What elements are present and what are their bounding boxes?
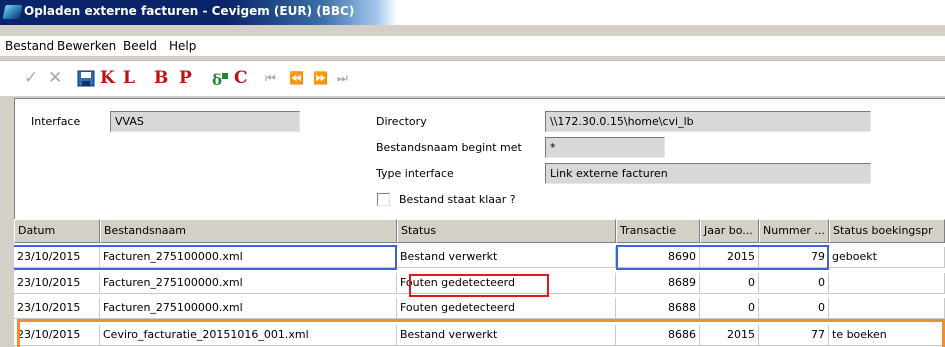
toolbar-letter-k[interactable]: K [100, 67, 115, 89]
cell-bestandsnaam[interactable]: Facturen_275100000.xml [100, 247, 397, 268]
cell-transactie[interactable]: 8690 [616, 247, 700, 268]
cell-transactie[interactable]: 8689 [616, 273, 700, 294]
toolbar: ✓ ✕ K L B P δ C ⏮ ⏪ ⏩ ⏭ [0, 60, 945, 96]
directory-field[interactable]: \\172.30.0.15\home\cvi_lb [545, 111, 871, 132]
interface-field[interactable]: VVAS [110, 111, 300, 132]
last-record-icon[interactable]: ⏭ [337, 67, 348, 89]
menu-bewerken[interactable]: Bewerken [57, 39, 116, 53]
save-icon[interactable] [77, 70, 95, 87]
cancel-icon[interactable]: ✕ [48, 67, 62, 89]
column-header-status-boeking[interactable]: Status boekingspr [829, 219, 945, 243]
column-header-status[interactable]: Status [397, 219, 616, 243]
application-window: Opladen externe facturen - Cevigem (EUR)… [0, 0, 945, 347]
menu-beeld[interactable]: Beeld [123, 39, 157, 53]
cell-status[interactable]: Bestand verwerkt [397, 325, 616, 346]
cell-nummer[interactable]: 77 [759, 325, 829, 346]
cell-status-boeking[interactable] [829, 273, 945, 294]
interface-label: Interface [31, 115, 81, 128]
cell-status[interactable]: Bestand verwerkt [397, 247, 616, 268]
toolbar-letter-p[interactable]: P [179, 67, 192, 89]
toolbar-separator [14, 67, 15, 91]
app-icon [2, 5, 23, 19]
window-title: Opladen externe facturen - Cevigem (EUR)… [24, 4, 355, 18]
previous-record-icon[interactable]: ⏪ [289, 67, 304, 89]
toolbar-separator [202, 67, 203, 91]
menu-bestand[interactable]: Bestand [5, 39, 54, 53]
column-header-datum[interactable]: Datum [14, 219, 100, 243]
toolbar-letter-b[interactable]: B [154, 67, 168, 89]
confirm-icon[interactable]: ✓ [24, 67, 38, 89]
cell-status-boeking[interactable] [829, 298, 945, 319]
bestandsnaam-label: Bestandsnaam begint met [376, 141, 522, 154]
cell-status[interactable]: Fouten gedetecteerd [397, 273, 616, 294]
bestand-klaar-checkbox[interactable] [377, 193, 390, 206]
cell-jaar[interactable]: 0 [700, 298, 759, 319]
cell-jaar[interactable]: 0 [700, 273, 759, 294]
svg-text:δ: δ [212, 71, 222, 88]
cell-status[interactable]: Fouten gedetecteerd [397, 298, 616, 319]
bestand-klaar-label: Bestand staat klaar ? [399, 193, 516, 206]
cell-bestandsnaam[interactable]: Facturen_275100000.xml [100, 273, 397, 294]
cell-datum[interactable]: 23/10/2015 [14, 247, 100, 268]
cell-datum[interactable]: 23/10/2015 [14, 273, 100, 294]
type-interface-field[interactable]: Link externe facturen [545, 163, 871, 184]
cell-status-boeking[interactable]: geboekt [829, 247, 945, 268]
cell-datum[interactable]: 23/10/2015 [14, 325, 100, 346]
toolbar-letter-c[interactable]: C [234, 67, 248, 89]
cell-status-boeking[interactable]: te boeken [829, 325, 945, 346]
cell-nummer[interactable]: 0 [759, 298, 829, 319]
toolbar-letter-l[interactable]: L [123, 67, 135, 89]
menu-bar: Bestand Bewerken Beeld Help [0, 36, 945, 56]
cell-datum[interactable]: 23/10/2015 [14, 298, 100, 319]
files-grid: Datum Bestandsnaam Status Transactie Jaa… [14, 219, 945, 347]
calculator-icon[interactable]: δ [211, 70, 229, 88]
toolbar-separator [70, 67, 71, 91]
column-header-bestandsnaam[interactable]: Bestandsnaam [100, 219, 397, 243]
first-record-icon[interactable]: ⏮ [265, 67, 276, 89]
column-header-transactie[interactable]: Transactie [616, 219, 700, 243]
title-bar: Opladen externe facturen - Cevigem (EUR)… [0, 0, 945, 25]
toolbar-separator [256, 67, 257, 91]
column-header-jaar[interactable]: Jaar bo... [700, 219, 759, 243]
cell-bestandsnaam[interactable]: Ceviro_facturatie_20151016_001.xml [100, 325, 397, 346]
cell-nummer[interactable]: 79 [759, 247, 829, 268]
cell-bestandsnaam[interactable]: Facturen_275100000.xml [100, 298, 397, 319]
cell-jaar[interactable]: 2015 [700, 325, 759, 346]
toolbar-separator [359, 67, 360, 91]
menu-help[interactable]: Help [169, 39, 196, 53]
cell-nummer[interactable]: 0 [759, 273, 829, 294]
next-record-icon[interactable]: ⏩ [313, 67, 328, 89]
cell-transactie[interactable]: 8688 [616, 298, 700, 319]
type-interface-label: Type interface [376, 167, 454, 180]
directory-label: Directory [376, 115, 427, 128]
cell-transactie[interactable]: 8686 [616, 325, 700, 346]
cell-jaar[interactable]: 2015 [700, 247, 759, 268]
bestandsnaam-field[interactable]: * [545, 137, 665, 158]
column-header-nummer[interactable]: Nummer ... [759, 219, 829, 243]
